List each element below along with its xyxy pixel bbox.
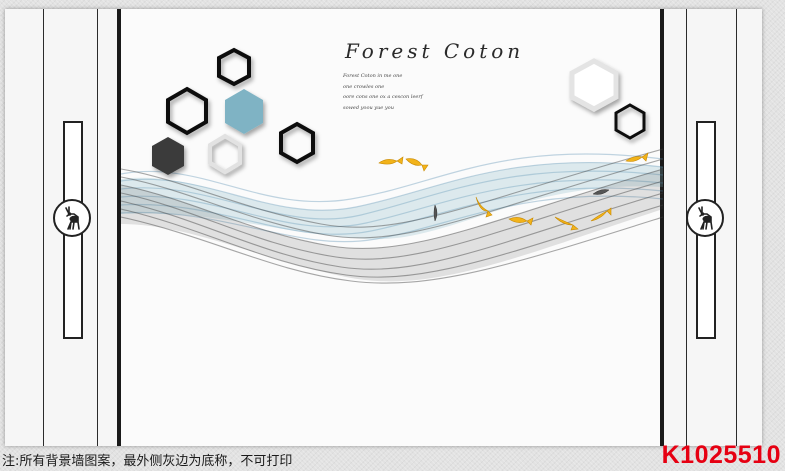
- hexagon-outline: [279, 121, 315, 165]
- right-side-panel: [660, 9, 762, 446]
- left-frame-line-2: [97, 9, 98, 446]
- left-side-panel: [5, 9, 121, 446]
- hexagon-teal: [225, 89, 263, 134]
- right-frame-line-1: [686, 9, 687, 446]
- artwork-text-block: Forest Coton in me one one crowles one o…: [343, 71, 423, 113]
- footer-note: 注:所有背景墙图案，最外侧灰边为底称，不可打印: [2, 454, 293, 469]
- hexagon-outline: [614, 103, 646, 140]
- artwork-text-line: oore cons one ox a cescon leerf: [343, 94, 423, 100]
- artwork-text-line: sowed yoou yue you: [343, 104, 394, 111]
- hexagon-outline: [166, 86, 208, 136]
- artwork-title: Forest Coton: [345, 39, 525, 63]
- right-medallion: [686, 199, 724, 237]
- hexagon-white: [569, 58, 619, 112]
- artwork-text-line: Forest Coton in me one: [343, 73, 403, 79]
- deer-icon: [698, 206, 713, 230]
- wall-panel: Forest Coton Forest Coton in me one one …: [5, 9, 762, 446]
- product-code: K1025510: [661, 441, 781, 469]
- left-frame-line-1: [43, 9, 44, 446]
- artwork-text-line: one crowles one: [343, 83, 385, 90]
- right-frame-line-2: [736, 9, 737, 446]
- hexagon-outline: [217, 47, 251, 87]
- gold-fish: [378, 156, 404, 165]
- deer-icon: [65, 206, 80, 230]
- hexagon-dark: [152, 137, 184, 175]
- hexagon-light: [208, 133, 242, 175]
- gold-fish: [405, 158, 429, 172]
- left-medallion: [53, 199, 91, 237]
